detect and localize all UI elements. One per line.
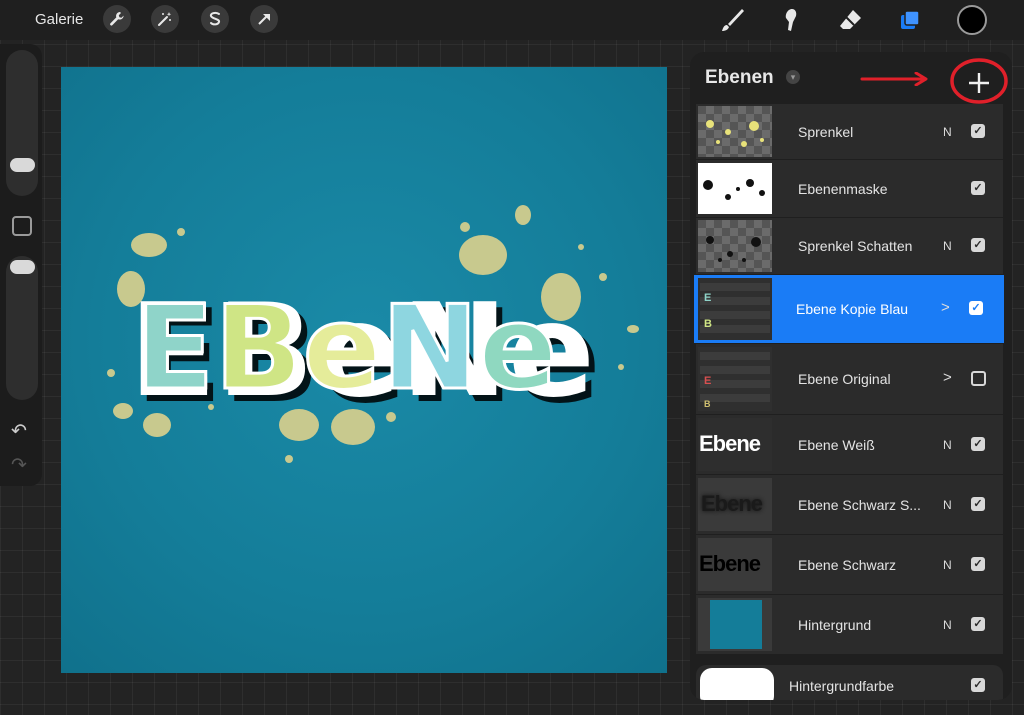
layer-name: Hintergrundfarbe — [789, 678, 895, 694]
selection-icon[interactable] — [201, 5, 229, 33]
layer-thumbnail — [698, 220, 772, 272]
visibility-checkbox[interactable] — [971, 371, 986, 386]
chevron-right-icon[interactable]: > — [941, 299, 950, 316]
brush-size-thumb[interactable] — [10, 158, 35, 172]
magic-wand-icon[interactable] — [151, 5, 179, 33]
blend-mode-button[interactable]: N — [943, 498, 952, 512]
color-picker-button[interactable] — [957, 5, 987, 35]
thumbnail-text: Ebene — [699, 551, 761, 576]
layer-row-hintergrund[interactable]: Hintergrund N ✓ — [696, 595, 1003, 654]
thumbnail-text: Ebene — [699, 431, 761, 456]
visibility-checkbox[interactable]: ✓ — [971, 557, 985, 571]
visibility-checkbox[interactable]: ✓ — [971, 124, 985, 138]
blend-mode-button[interactable]: N — [943, 558, 952, 572]
layer-name: Ebene Weiß — [798, 437, 875, 453]
layer-row-ebene-schwarz[interactable]: Ebene Ebene Schwarz N ✓ — [696, 535, 1003, 594]
layer-name: Sprenkel Schatten — [798, 238, 913, 254]
visibility-checkbox[interactable]: ✓ — [971, 678, 985, 692]
thumbnail-text: Ebene — [701, 491, 763, 516]
eraser-icon[interactable] — [835, 5, 865, 35]
plus-icon — [969, 73, 989, 93]
brush-size-slider[interactable] — [6, 50, 38, 196]
layer-thumbnail — [698, 163, 772, 214]
visibility-checkbox[interactable]: ✓ — [971, 617, 985, 631]
opacity-thumb[interactable] — [10, 260, 35, 274]
chevron-right-icon[interactable]: > — [943, 369, 952, 386]
transform-arrow-icon[interactable] — [250, 5, 278, 33]
top-toolbar: Galerie — [0, 0, 1024, 40]
layer-row-ebene-original[interactable]: E B Ebene Original > — [696, 344, 1003, 414]
layer-thumbnail: Ebene — [698, 538, 772, 591]
visibility-checkbox[interactable]: ✓ — [971, 497, 985, 511]
gallery-button[interactable]: Galerie — [35, 11, 83, 28]
visibility-checkbox[interactable]: ✓ — [971, 437, 985, 451]
layer-thumbnail: Ebene — [698, 478, 772, 531]
layers-panel: Ebenen ▾ Sprenkel N ✓ Ebenenmaske ✓ Spre… — [690, 52, 1012, 700]
layer-thumbnail — [698, 106, 772, 157]
brush-icon[interactable] — [718, 5, 748, 35]
drawing-canvas[interactable]: EBeNe EBeNe EBeNe — [61, 67, 667, 673]
layer-row-ebene-kopie-blau[interactable]: E B Ebene Kopie Blau > ✓ — [694, 275, 1004, 343]
layer-name: Sprenkel — [798, 124, 854, 140]
layer-row-ebene-schwarz-schatten[interactable]: Ebene Ebene Schwarz S... N ✓ — [696, 475, 1003, 534]
blend-mode-button[interactable]: N — [943, 239, 952, 253]
group-thumbnail: E B — [698, 278, 772, 340]
blend-mode-button[interactable]: N — [943, 125, 952, 139]
artwork: EBeNe EBeNe EBeNe — [107, 205, 639, 463]
blend-mode-button[interactable]: N — [943, 618, 952, 632]
visibility-checkbox[interactable]: ✓ — [971, 181, 985, 195]
layer-name: Ebene Original — [798, 371, 891, 387]
smudge-icon[interactable] — [776, 5, 806, 35]
layer-row-sprenkel-schatten[interactable]: Sprenkel Schatten N ✓ — [696, 218, 1003, 274]
redo-icon[interactable]: ↷ — [11, 454, 27, 477]
modify-button[interactable] — [12, 216, 32, 236]
blend-mode-button[interactable]: N — [943, 438, 952, 452]
layer-thumbnail — [700, 668, 774, 700]
red-arrow-annotation — [860, 72, 928, 86]
left-sidebar: ↶ ↷ — [0, 44, 42, 486]
group-thumbnail: E B — [698, 347, 772, 411]
layer-name: Ebene Schwarz — [798, 557, 897, 573]
layer-name: Ebene Schwarz S... — [798, 497, 921, 513]
layer-thumbnail: Ebene — [698, 418, 772, 471]
chevron-down-icon[interactable]: ▾ — [786, 70, 800, 84]
layers-icon[interactable] — [895, 5, 925, 35]
layer-name: Hintergrund — [798, 617, 872, 633]
opacity-slider[interactable] — [6, 256, 38, 400]
artwork-letters: EBeNe EBeNe EBeNe — [129, 277, 601, 432]
wrench-icon[interactable] — [103, 5, 131, 33]
layer-name: Ebene Kopie Blau — [796, 301, 909, 317]
layer-row-ebene-weiss[interactable]: Ebene Ebene Weiß N ✓ — [696, 415, 1003, 474]
layer-name: Ebenenmaske — [798, 181, 888, 197]
layer-row-sprenkel[interactable]: Sprenkel N ✓ — [696, 104, 1003, 159]
add-layer-button[interactable] — [958, 62, 1000, 104]
layer-row-ebenenmaske[interactable]: Ebenenmaske ✓ — [696, 160, 1003, 217]
layers-title[interactable]: Ebenen — [705, 67, 774, 89]
svg-text:EBeNe: EBeNe — [135, 281, 557, 416]
undo-icon[interactable]: ↶ — [11, 420, 27, 443]
visibility-checkbox[interactable]: ✓ — [969, 301, 983, 315]
layer-row-hintergrundfarbe[interactable]: Hintergrundfarbe ✓ — [696, 665, 1003, 700]
visibility-checkbox[interactable]: ✓ — [971, 238, 985, 252]
layer-thumbnail — [698, 598, 772, 651]
